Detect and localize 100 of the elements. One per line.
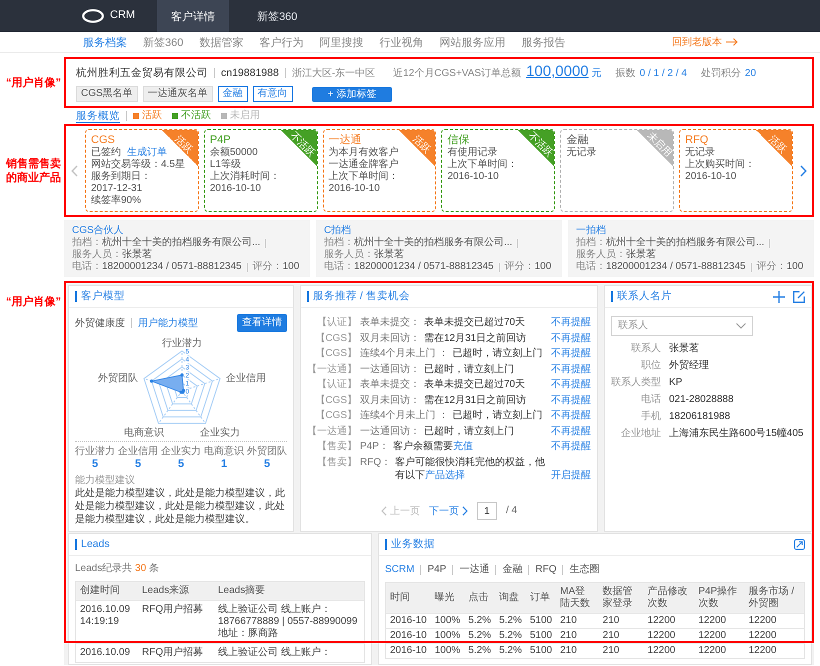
partner-title[interactable]: CGS合伙人 xyxy=(72,224,302,237)
field-label: 联系人 xyxy=(630,343,661,355)
reminder-action-link[interactable]: 不再提醒 xyxy=(551,424,591,438)
order-total-value[interactable]: 100,0000 xyxy=(526,63,589,81)
partner-title[interactable]: 一拍档 xyxy=(576,224,806,237)
overview-tab[interactable]: 服务概览 xyxy=(76,110,120,122)
chevron-left-icon xyxy=(71,164,78,176)
data-tab[interactable]: RFQ xyxy=(535,564,556,576)
data-tab[interactable]: 一达通 xyxy=(459,564,490,576)
model-tab[interactable]: 外贸健康度 xyxy=(75,316,125,330)
tag: CGS黑名单 xyxy=(76,86,138,102)
table-cell: RFQ用户招募 xyxy=(138,600,214,643)
page-total: / 4 xyxy=(506,505,518,517)
inline-link[interactable]: 充值 xyxy=(452,441,473,452)
chevron-right-icon xyxy=(462,506,468,516)
score-label: 行业潜力 xyxy=(75,446,115,458)
table-cell: 210 xyxy=(598,643,644,658)
product-name: P4P xyxy=(210,133,231,146)
table-cell: 12200 xyxy=(694,643,745,658)
region-text: 浙江大区-东一中区 xyxy=(292,66,376,81)
table-cell: 210 xyxy=(556,643,599,658)
table-cell: RFQ用户招募 xyxy=(138,643,214,662)
reminder-action-link[interactable]: 不再提醒 xyxy=(551,440,591,453)
table-cell: 2016-10 xyxy=(386,613,431,628)
reminder-text: 需在12月31日之前回访 xyxy=(424,394,528,406)
field-label: 电话 xyxy=(640,394,661,406)
field-label: 企业地址 xyxy=(620,428,661,440)
annotation-label: 销售需售卖的商业产品 xyxy=(4,156,62,184)
card-text: 上次下单时间： 2016-10-10 xyxy=(328,171,399,194)
model-tab[interactable]: 用户能力模型 xyxy=(138,316,198,330)
table-cell: 100% xyxy=(430,643,464,658)
table-cell: 12200 xyxy=(744,643,804,658)
nav-link[interactable]: 客户行为 xyxy=(259,34,304,50)
table-cell: 2016.10.09 xyxy=(76,643,138,662)
reminder-action-link[interactable]: 不再提醒 xyxy=(551,332,591,344)
nav-link[interactable]: 新签360 xyxy=(143,34,184,50)
reminder-label: P4P： xyxy=(360,440,389,453)
reminder-action-link[interactable]: 开启提醒 xyxy=(551,468,591,482)
status-ribbon: 不活跃 xyxy=(518,130,554,166)
partner-info: 服务人员：张景茗 xyxy=(324,249,404,260)
nav-tab[interactable]: 客户详情 xyxy=(157,0,230,32)
table-cell: 12200 xyxy=(644,643,694,658)
partner-info: 评分：100 xyxy=(504,261,552,273)
field-value: 021-28028888 xyxy=(669,394,735,406)
add-icon[interactable] xyxy=(773,290,785,302)
column-header: MA登陆天数 xyxy=(556,583,599,613)
category-label: 【售卖】 xyxy=(316,440,357,453)
table-cell: 5.2% xyxy=(495,613,526,628)
data-tab[interactable]: 金融 xyxy=(502,564,522,576)
partner-title[interactable]: C拍档 xyxy=(324,224,554,237)
table-cell: 12200 xyxy=(694,628,745,643)
data-tab[interactable]: SCRM xyxy=(385,564,414,576)
data-tab[interactable]: 生态圈 xyxy=(569,564,600,576)
nav-link[interactable]: 阿里搜搜 xyxy=(319,34,364,50)
nav-link[interactable]: 行业视角 xyxy=(379,34,424,50)
reminder-label: 连续4个月未上门 ： xyxy=(360,347,448,360)
field-label: 手机 xyxy=(640,411,661,423)
add-tag-button[interactable]: + 添加标签 xyxy=(312,86,392,102)
column-header: 产品修改次数 xyxy=(644,583,694,613)
advice-text: 此处是能力模型建议，此处是能力模型建议，此处是能力模型建议，此处是能力模型建议，此处是能力模型建议，此处是能力模型建议。 xyxy=(75,487,286,526)
legend-label: 不活跃 xyxy=(181,110,211,122)
nav-link[interactable]: 网站服务应用 xyxy=(439,34,506,50)
reminder-action-link[interactable]: 不再提醒 xyxy=(551,362,591,376)
reminder-action-link[interactable]: 不再提醒 xyxy=(551,409,591,422)
back-link[interactable]: 回到老版本 xyxy=(672,35,738,49)
reminder-text: 已超时，请立刻上门 xyxy=(452,409,544,422)
legend-label: 活跃 xyxy=(142,110,162,122)
edit-icon[interactable] xyxy=(793,290,805,302)
reminder-text: 表单未提交已超过70天 xyxy=(424,316,526,329)
data-tab[interactable]: P4P xyxy=(427,564,446,576)
reminder-action-link[interactable]: 不再提醒 xyxy=(551,378,591,391)
contact-select[interactable]: 联系人 xyxy=(611,316,753,336)
column-header: 服务市场 / 外贸圈 xyxy=(744,583,804,613)
page-input[interactable]: 1 xyxy=(476,502,497,520)
panel-title: 业务数据 xyxy=(385,539,435,550)
expand-icon[interactable] xyxy=(794,539,805,550)
reminder-action-link[interactable]: 不再提醒 xyxy=(551,347,591,360)
score-value: 5 xyxy=(134,458,142,471)
column-header: 曝光 xyxy=(430,583,464,613)
reminder-text: 需在12月31日之前回访 xyxy=(424,332,528,344)
next-page-button[interactable]: 下一页 xyxy=(428,504,468,518)
nav-link[interactable]: 服务报告 xyxy=(521,34,566,50)
table-cell: 2016-10 xyxy=(386,643,431,658)
table-cell: 210 xyxy=(556,613,599,628)
penalty-label: 处罚积分 xyxy=(700,66,741,81)
partner-info: 电话：18200001234 / 0571-88812345 xyxy=(576,261,746,273)
nav-link[interactable]: 服务档案 xyxy=(83,34,127,50)
table-cell: 5.2% xyxy=(495,643,526,658)
nav-tab[interactable]: 新签360 xyxy=(243,0,312,32)
card-text: 服务到期日： 2017-12-31 xyxy=(91,171,151,194)
category-label: 【认证】 xyxy=(316,378,357,391)
reminder-text: 客户余额需要充值 xyxy=(392,440,474,453)
inline-link[interactable]: 产品选择 xyxy=(425,470,466,480)
detail-button[interactable]: 查看详情 xyxy=(237,314,287,332)
reminder-action-link[interactable]: 不再提醒 xyxy=(551,316,591,329)
table-cell: 210 xyxy=(598,628,644,643)
field-value: 18206181988 xyxy=(669,411,732,423)
panel-title: 客户模型 xyxy=(75,291,125,302)
reminder-action-link[interactable]: 不再提醒 xyxy=(551,394,591,406)
nav-link[interactable]: 数据管家 xyxy=(199,34,244,50)
